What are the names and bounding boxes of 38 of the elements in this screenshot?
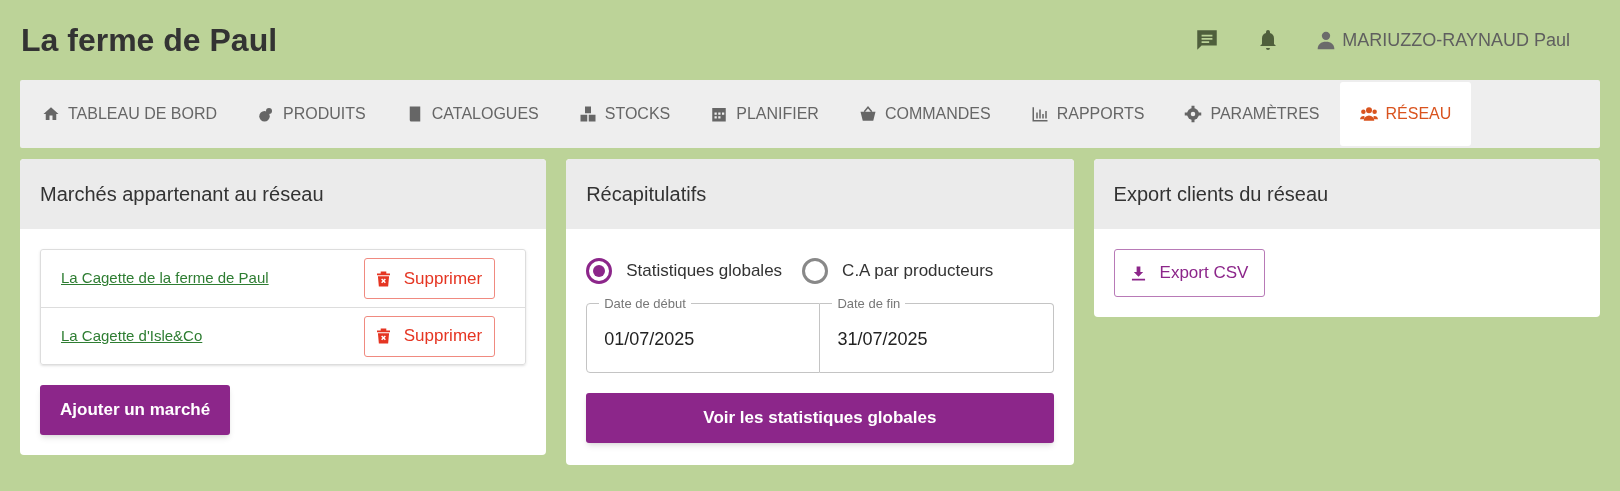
nav-tab[interactable]: TABLEAU DE BORD: [22, 82, 238, 146]
delete-button[interactable]: Supprimer: [363, 315, 496, 357]
nav-tab[interactable]: COMMANDES: [838, 82, 1011, 146]
nav-tab[interactable]: STOCKS: [558, 82, 691, 146]
card-title: Export clients du réseau: [1113, 182, 1329, 207]
gear-icon: [1184, 105, 1203, 123]
nav-tab[interactable]: PARAMÈTRES: [1164, 82, 1340, 146]
nav-tab[interactable]: CATALOGUES: [385, 82, 559, 146]
users-icon: [1359, 105, 1378, 123]
card-title: Marchés appartenant au réseau: [40, 182, 324, 207]
radio-option[interactable]: Statistiques globales: [586, 258, 783, 284]
delete-button[interactable]: Supprimer: [363, 258, 496, 299]
calendar-icon: [710, 105, 729, 123]
trash-icon: [376, 270, 390, 287]
boxes-icon: [578, 105, 597, 123]
market-link[interactable]: La Cagette de la ferme de Paul: [61, 267, 269, 290]
nav-tab[interactable]: PLANIFIER: [690, 82, 839, 146]
home-icon: [42, 105, 60, 123]
market-link[interactable]: La Cagette d'Isle&Co: [61, 324, 203, 348]
view-statistics-button[interactable]: Voir les statistiques globales: [586, 393, 1054, 443]
field-value: 01/07/2025: [604, 327, 695, 351]
field-value: 31/07/2025: [837, 327, 928, 351]
add-market-button[interactable]: Ajouter un marché: [40, 385, 231, 435]
user-name[interactable]: MARIUZZO-RAYNAUD Paul: [1342, 26, 1570, 54]
radio-option[interactable]: C.A par producteurs: [802, 258, 994, 284]
trash-icon: [376, 328, 390, 344]
radio-button[interactable]: [586, 258, 613, 284]
download-icon: [1130, 265, 1146, 281]
card-title: Récapitulatifs: [586, 182, 707, 207]
basket-icon: [858, 105, 877, 123]
export-csv-button[interactable]: Export CSV: [1113, 249, 1266, 297]
bar-chart-icon: [1030, 105, 1049, 123]
nav-tab[interactable]: RÉSEAU: [1339, 82, 1472, 146]
user-icon: [1316, 29, 1337, 51]
radio-button[interactable]: [802, 258, 829, 284]
app-title: La ferme de Paul: [20, 21, 278, 60]
nav-tab[interactable]: PRODUITS: [237, 82, 386, 146]
nav-tab[interactable]: RAPPORTS: [1010, 82, 1165, 146]
